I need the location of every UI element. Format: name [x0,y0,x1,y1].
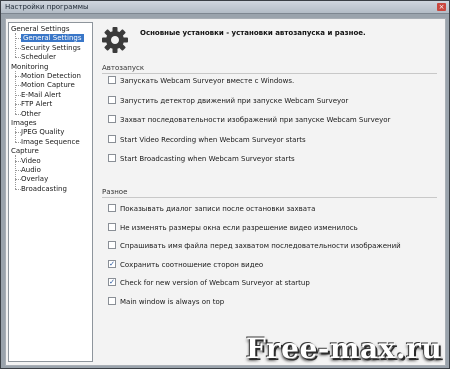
checkbox-label: Запускать Webcam Surveyor вместе с Windo… [120,77,295,85]
misc-group-label: Разное [102,188,128,196]
checkbox-label: Start Broadcasting when Webcam Surveyor … [120,155,295,163]
misc-option[interactable]: Спрашивать имя файла перед захватом посл… [108,241,401,251]
tree-item-label: Monitoring [11,62,49,71]
watermark-text: Free-max.ru [246,332,443,365]
tree-connector [15,155,16,189]
autostart-divider [102,73,437,74]
tree-item-label: Video [21,156,41,165]
checkbox[interactable] [108,154,116,162]
tree-connector [15,70,16,114]
autostart-option[interactable]: Захват последовательности изображений пр… [108,115,390,125]
tree-connector [15,141,21,143]
autostart-group-label: Автозапуск [102,64,145,72]
close-icon[interactable]: × [437,3,446,11]
misc-option[interactable]: Не изменять размеры окна если разрешение… [108,222,358,233]
window-title: Настройки программы [5,3,89,11]
checkbox[interactable]: ✓ [108,278,116,287]
tree-item-label: Broadcasting [21,184,67,193]
tree-item-label: Overlay [21,175,49,184]
checkbox-label: Запустить детектор движений при запуске … [120,96,349,105]
checkbox-label: Показывать диалог записи после остановки… [120,205,316,213]
tree-item-label: Security Settings [21,43,81,52]
misc-divider [102,197,437,198]
checkbox[interactable] [108,241,116,250]
checkbox[interactable] [108,204,116,212]
tree-item-label: General Settings [11,25,70,33]
checkbox[interactable] [108,134,116,143]
checkbox-label: Спрашивать имя файла перед захватом посл… [120,242,401,251]
tree-item-label: FTP Alert [21,100,53,109]
checkbox[interactable]: ✓ [108,259,116,268]
tree-item-label: General Settings [21,34,84,43]
tree-item-label: Motion Detection [21,72,81,80]
autostart-option[interactable]: Запустить детектор движений при запуске … [108,95,349,106]
settings-tree[interactable]: General Settings General Settings Security… [8,22,93,362]
tree-item-label: Capture [11,147,39,156]
tree-item-label: Other [21,109,41,118]
tree-item-label: Image Sequence [21,137,80,146]
title-bar[interactable]: Настройки программы × [1,1,449,14]
gear-icon [102,27,128,53]
misc-option[interactable]: ✓ Check for new version of Webcam Surveyo… [108,278,310,288]
tree-connector [15,33,16,58]
tree-item-label: JPEG Quality [21,128,65,137]
checkbox[interactable] [108,95,116,104]
tree-item-label: Motion Capture [21,81,75,90]
checkbox-label: Захват последовательности изображений пр… [120,116,391,124]
tree-connector [15,127,16,142]
settings-panel: General Settings General Settings Security… [5,18,446,366]
checkbox-label: Не изменять размеры окна если разрешение… [120,223,358,232]
page-title: Основные установки - установки автозапус… [140,29,366,37]
autostart-option[interactable]: Start Video Recording when Webcam Survey… [108,134,306,145]
checkbox[interactable] [108,297,116,305]
misc-option[interactable]: ✓ Сохранить соотношение сторон видео [108,259,264,270]
autostart-option[interactable]: Start Broadcasting when Webcam Surveyor … [108,154,295,164]
checkbox[interactable] [108,115,116,123]
checkbox-label: Check for new version of Webcam Surveyor… [120,279,310,288]
tree-item-label: E-Mail Alert [21,90,62,99]
misc-option[interactable]: Показывать диалог записи после остановки… [108,204,315,214]
tree-item[interactable]: Broadcasting [21,184,67,194]
misc-option[interactable]: Main window is always on top [108,297,224,307]
checkbox[interactable] [108,222,116,231]
tree-item-label: Images [11,119,37,127]
settings-window: Настройки программы × General Settings Ge… [0,0,450,369]
settings-content: Основные установки - установки автозапус… [96,19,444,364]
tree-item-label: Scheduler [21,53,57,62]
tree-connector [15,57,21,59]
checkbox-label: Сохранить соотношение сторон видео [120,260,264,269]
checkbox[interactable] [108,76,116,84]
checkbox-label: Main window is always on top [120,298,225,306]
checkbox-label: Start Video Recording when Webcam Survey… [120,135,306,144]
tree-item-label: Audio [21,166,41,174]
autostart-option[interactable]: Запускать Webcam Surveyor вместе с Windo… [108,76,294,86]
tree-connector [15,113,21,115]
tree-connector [15,188,21,190]
